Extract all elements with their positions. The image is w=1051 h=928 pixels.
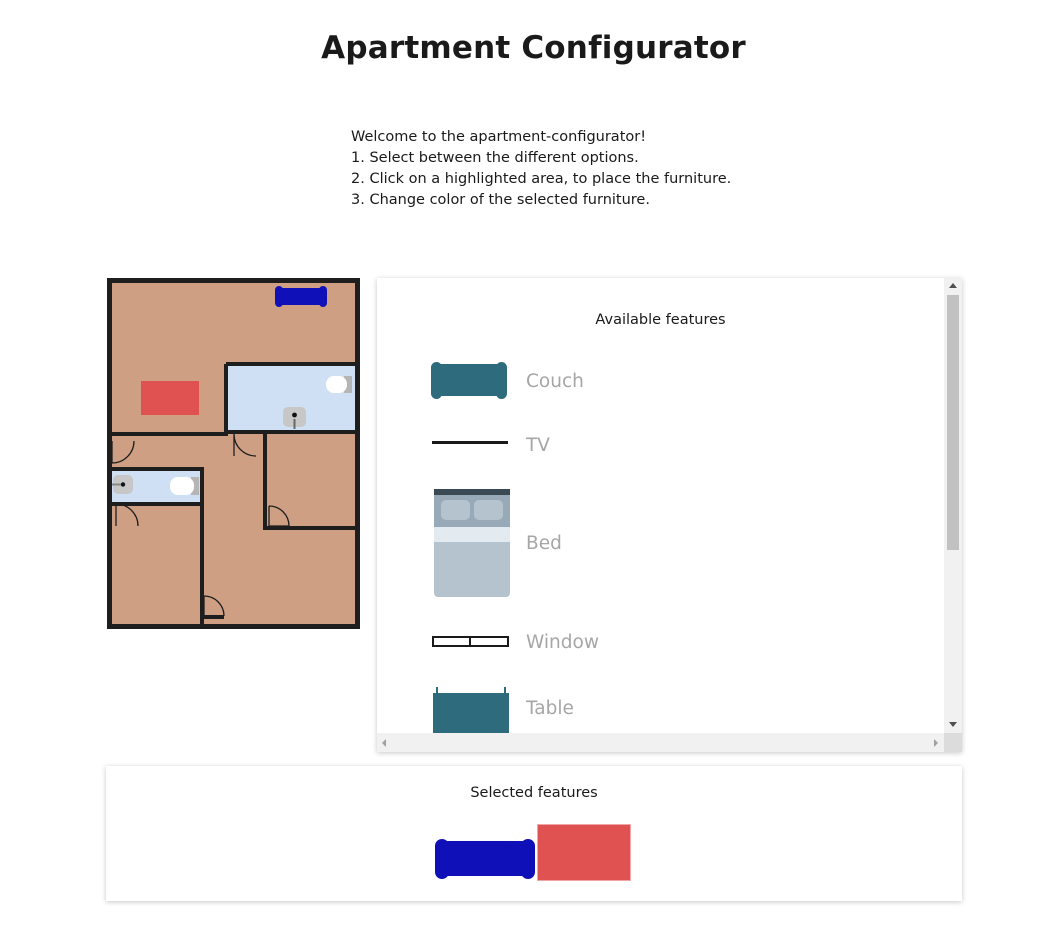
scrollbar-corner: [944, 733, 962, 752]
horizontal-scrollbar[interactable]: [377, 733, 944, 752]
floor-plan[interactable]: [107, 278, 360, 629]
scroll-right-icon[interactable]: [934, 739, 938, 747]
couch-icon: [431, 362, 507, 399]
scrollbar-thumb[interactable]: [947, 295, 959, 550]
scroll-down-icon[interactable]: [949, 722, 957, 727]
feature-tv-label: TV: [526, 435, 550, 456]
available-features-panel: Available features Couch TV Bed Window T…: [377, 278, 962, 752]
sink-icon-lower: [112, 475, 133, 494]
scroll-up-icon[interactable]: [949, 283, 957, 288]
intro-line-step-1: 1. Select between the different options.: [351, 150, 639, 166]
selected-features-heading: Selected features: [470, 785, 598, 801]
toilet-icon-lower: [170, 477, 199, 495]
page-title: Apartment Configurator: [321, 30, 746, 66]
placed-couch[interactable]: [275, 286, 327, 307]
feature-bed-label: Bed: [526, 533, 562, 554]
feature-couch[interactable]: Couch: [430, 358, 830, 402]
feature-window[interactable]: Window: [430, 628, 830, 658]
feature-window-label: Window: [526, 632, 599, 653]
intro-text: Welcome to the apartment-configurator! 1…: [351, 127, 731, 211]
bed-icon: [434, 489, 510, 597]
intro-line-step-3: 3. Change color of the selected furnitur…: [351, 192, 650, 208]
feature-couch-label: Couch: [526, 371, 584, 392]
toilet-icon: [326, 376, 352, 393]
sink-icon: [283, 407, 306, 429]
intro-line-step-2: 2. Click on a highlighted area, to place…: [351, 171, 732, 187]
vertical-scrollbar[interactable]: [944, 278, 962, 733]
selected-carpet[interactable]: [538, 825, 630, 880]
selected-couch[interactable]: [434, 834, 536, 882]
tv-icon: [432, 441, 508, 444]
feature-bed[interactable]: Bed: [430, 489, 830, 599]
scroll-left-icon[interactable]: [382, 739, 386, 747]
table-icon: [433, 687, 509, 733]
feature-tv[interactable]: TV: [430, 428, 830, 458]
intro-line-welcome: Welcome to the apartment-configurator!: [351, 129, 647, 145]
selected-features-panel: Selected features: [106, 766, 962, 901]
features-list[interactable]: Available features Couch TV Bed Window T…: [377, 278, 944, 733]
features-heading: Available features: [595, 312, 726, 328]
placed-carpet[interactable]: [141, 381, 199, 415]
feature-table-label: Table: [526, 698, 574, 719]
window-icon: [432, 636, 509, 647]
feature-table[interactable]: Table: [430, 687, 830, 733]
